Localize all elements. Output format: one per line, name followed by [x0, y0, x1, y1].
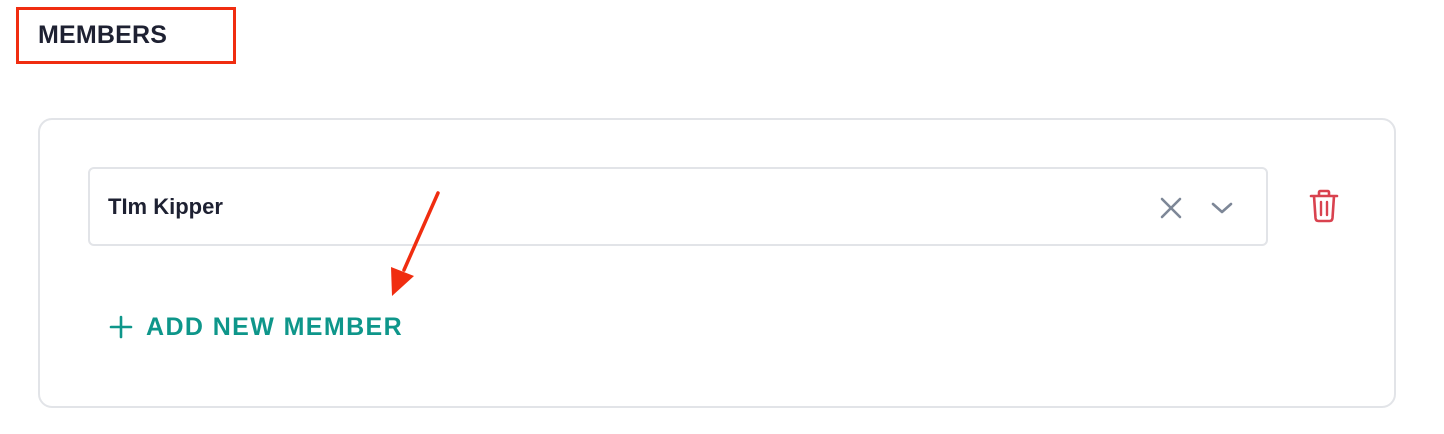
close-icon[interactable]: [1157, 194, 1185, 222]
trash-icon[interactable]: [1309, 189, 1339, 223]
members-card: [38, 118, 1396, 408]
member-select-value: TIm Kipper: [108, 194, 223, 219]
add-new-member-button[interactable]: ADD NEW MEMBER: [108, 309, 403, 345]
section-title: MEMBERS: [38, 21, 168, 49]
add-new-member-label: ADD NEW MEMBER: [146, 313, 404, 341]
members-page: MEMBERS TIm Kipper ADD NEW MEMBER: [0, 0, 1444, 434]
member-select[interactable]: TIm Kipper: [88, 167, 1268, 246]
plus-icon: [109, 315, 133, 339]
chevron-down-icon[interactable]: [1208, 194, 1236, 222]
